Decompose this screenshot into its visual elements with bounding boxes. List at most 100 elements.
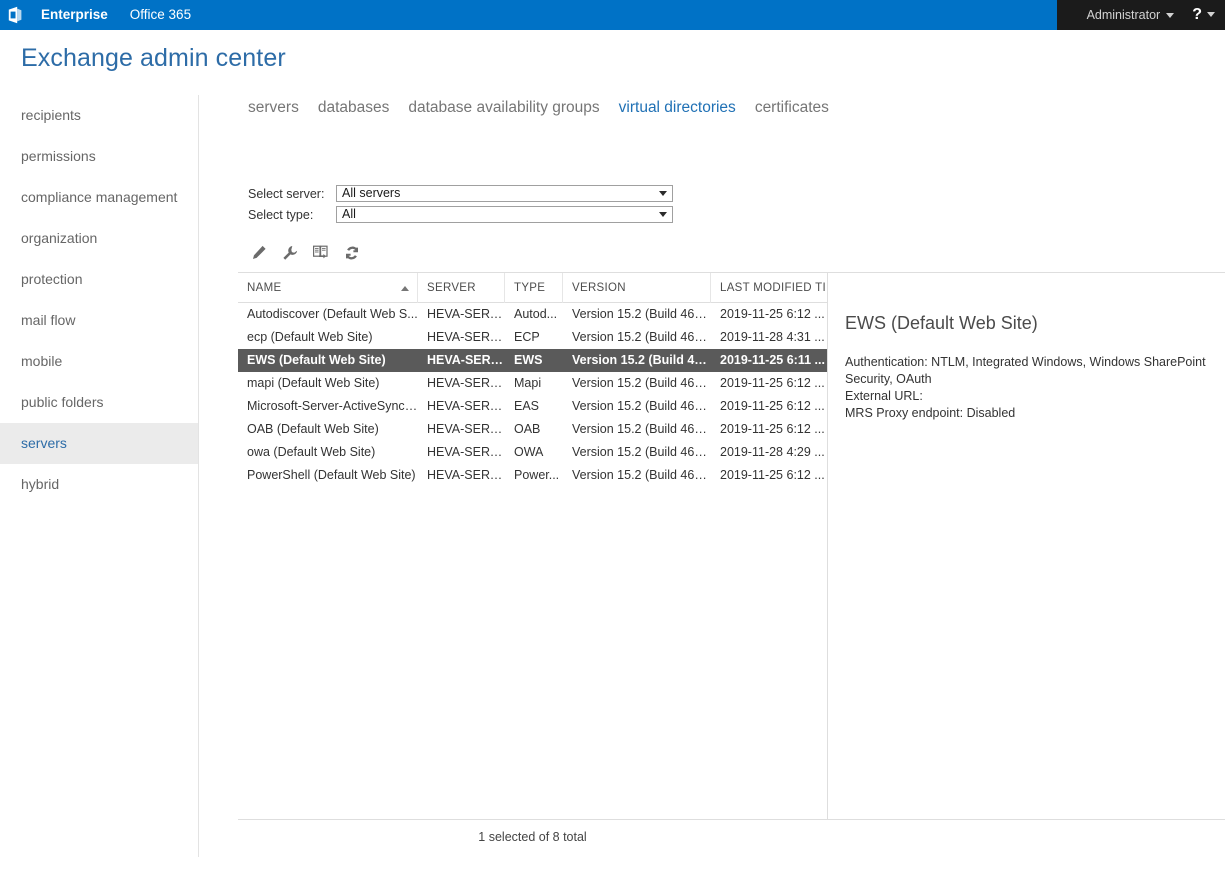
sidebar-item-permissions[interactable]: permissions: [0, 136, 198, 177]
sidebar-item-protection[interactable]: protection: [0, 259, 198, 300]
table-row-selected[interactable]: EWS (Default Web Site) HEVA-SERV... EWS …: [238, 349, 827, 372]
cell-name: mapi (Default Web Site): [247, 376, 380, 390]
cell-type: EAS: [514, 399, 540, 413]
cell-modified: 2019-11-25 6:12 ...: [720, 468, 825, 482]
cell-version: Version 15.2 (Build 464...: [572, 422, 711, 436]
column-header-name-label: NAME: [247, 281, 282, 294]
grid-toolbar: [248, 242, 363, 264]
sidebar-item-public-folders[interactable]: public folders: [0, 382, 198, 423]
suite-bar: Enterprise Office 365 Administrator ?: [0, 0, 1225, 30]
sidebar-item-mail-flow[interactable]: mail flow: [0, 300, 198, 341]
cell-version: Version 15.2 (Build 464...: [572, 468, 711, 482]
chevron-down-icon-type: [659, 212, 667, 217]
sidebar-item-compliance-management[interactable]: compliance management: [0, 177, 198, 218]
column-header-type[interactable]: TYPE: [505, 272, 563, 303]
filter-row-server: Select server: All servers: [248, 185, 673, 202]
sort-ascending-icon: [401, 285, 409, 291]
sidebar-item-recipients[interactable]: recipients: [0, 95, 198, 136]
grid-header-row: NAME SERVER TYPE VERSION LAST MODIFIED T…: [238, 272, 827, 303]
filter-row-type: Select type: All: [248, 206, 673, 223]
wrench-configure-icon[interactable]: [279, 242, 301, 264]
details-document-icon[interactable]: [310, 242, 332, 264]
details-authentication: Authentication: NTLM, Integrated Windows…: [845, 355, 1206, 386]
cell-type: ECP: [514, 330, 540, 344]
sidebar: recipients permissions compliance manage…: [0, 95, 199, 857]
cell-modified: 2019-11-25 6:11 ...: [720, 353, 825, 367]
cell-type: EWS: [514, 353, 543, 367]
tab-bar: servers databases database availability …: [248, 99, 848, 117]
cell-name: Autodiscover (Default Web S...: [247, 307, 418, 321]
suite-link-office365[interactable]: Office 365: [119, 0, 202, 30]
cell-server: HEVA-SERV...: [427, 307, 505, 321]
suite-link-enterprise[interactable]: Enterprise: [30, 0, 119, 30]
cell-version: Version 15.2 (Build 464...: [572, 307, 711, 321]
details-external-url: External URL:: [845, 389, 923, 403]
cell-server: HEVA-SERV...: [427, 445, 505, 459]
select-type-value: All: [342, 207, 356, 221]
column-header-version[interactable]: VERSION: [563, 272, 711, 303]
tab-certificates[interactable]: certificates: [755, 99, 829, 117]
column-header-server[interactable]: SERVER: [418, 272, 505, 303]
cell-version: Version 15.2 (Build 464...: [572, 330, 711, 344]
cell-server: HEVA-SERV...: [427, 399, 505, 413]
tab-database-availability-groups[interactable]: database availability groups: [408, 99, 599, 117]
help-menu[interactable]: ?: [1192, 6, 1215, 24]
cell-name: PowerShell (Default Web Site): [247, 468, 416, 482]
select-server-label: Select server:: [248, 186, 325, 201]
cell-name: owa (Default Web Site): [247, 445, 376, 459]
sidebar-item-hybrid[interactable]: hybrid: [0, 464, 198, 505]
cell-type: OAB: [514, 422, 541, 436]
chevron-down-icon-server: [659, 191, 667, 196]
suite-right-group: Administrator ?: [1057, 0, 1225, 30]
filter-panel: Select server: All servers Select type: …: [248, 185, 673, 227]
tab-virtual-directories[interactable]: virtual directories: [619, 99, 736, 117]
column-header-last-modified-time[interactable]: LAST MODIFIED TI...: [711, 273, 826, 303]
table-row[interactable]: Microsoft-Server-ActiveSync ... HEVA-SER…: [238, 395, 827, 418]
table-row[interactable]: mapi (Default Web Site) HEVA-SERV... Map…: [238, 372, 827, 395]
select-server-value: All servers: [342, 186, 401, 200]
column-header-name[interactable]: NAME: [238, 272, 418, 303]
table-row[interactable]: PowerShell (Default Web Site) HEVA-SERV.…: [238, 464, 827, 487]
office-logo-icon[interactable]: [0, 0, 30, 30]
user-menu[interactable]: Administrator: [1087, 8, 1175, 22]
page-title: Exchange admin center: [21, 44, 286, 72]
select-server-dropdown[interactable]: All servers: [336, 185, 673, 202]
chevron-down-icon-help: [1207, 12, 1215, 18]
table-row[interactable]: owa (Default Web Site) HEVA-SERV... OWA …: [238, 441, 827, 464]
sidebar-item-mobile[interactable]: mobile: [0, 341, 198, 382]
cell-server: HEVA-SERV...: [427, 376, 505, 390]
sidebar-item-servers[interactable]: servers: [0, 423, 198, 464]
user-menu-label: Administrator: [1086, 8, 1161, 22]
cell-name: ecp (Default Web Site): [247, 330, 373, 344]
cell-version: Version 15.2 (Build 464...: [572, 376, 711, 390]
cell-server: HEVA-SERV...: [427, 330, 505, 344]
status-text: 1 selected of 8 total: [478, 830, 587, 844]
chevron-down-icon: [1166, 13, 1175, 19]
cell-type: Mapi: [514, 376, 542, 390]
cell-modified: 2019-11-25 6:12 ...: [720, 422, 825, 436]
select-type-dropdown[interactable]: All: [336, 206, 673, 223]
select-type-label: Select type:: [248, 207, 314, 222]
pencil-edit-icon[interactable]: [248, 242, 270, 264]
refresh-icon[interactable]: [341, 242, 363, 264]
table-row[interactable]: Autodiscover (Default Web S... HEVA-SERV…: [238, 303, 827, 326]
cell-name: Microsoft-Server-ActiveSync ...: [247, 399, 418, 413]
table-row[interactable]: OAB (Default Web Site) HEVA-SERV... OAB …: [238, 418, 827, 441]
grid-body: Autodiscover (Default Web S... HEVA-SERV…: [238, 303, 827, 487]
cell-modified: 2019-11-25 6:12 ...: [720, 307, 825, 321]
sidebar-item-organization[interactable]: organization: [0, 218, 198, 259]
table-row[interactable]: ecp (Default Web Site) HEVA-SERV... ECP …: [238, 326, 827, 349]
cell-modified: 2019-11-28 4:29 ...: [720, 445, 825, 459]
help-menu-label: ?: [1192, 6, 1202, 23]
cell-type: Power...: [514, 468, 560, 482]
cell-version: Version 15.2 (Build 464...: [572, 445, 711, 459]
details-mrs-proxy-endpoint: MRS Proxy endpoint: Disabled: [845, 406, 1016, 420]
cell-name: EWS (Default Web Site): [247, 353, 386, 367]
tab-databases[interactable]: databases: [318, 99, 390, 117]
cell-modified: 2019-11-25 6:12 ...: [720, 399, 825, 413]
cell-modified: 2019-11-28 4:31 ...: [720, 330, 825, 344]
details-title: EWS (Default Web Site): [845, 313, 1038, 333]
cell-server: HEVA-SERV...: [427, 468, 505, 482]
cell-version: Version 15.2 (Build 464...: [572, 353, 711, 367]
tab-servers[interactable]: servers: [248, 99, 299, 117]
